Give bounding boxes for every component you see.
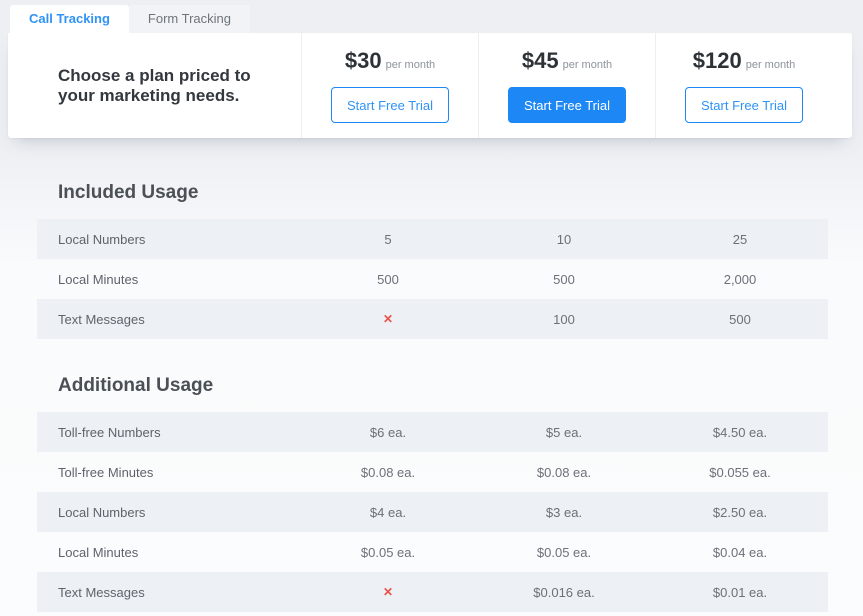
row-value: 500 — [652, 312, 828, 327]
row-value: 2,000 — [652, 272, 828, 287]
plan-price: $30 per month — [345, 48, 435, 74]
row-value: 100 — [476, 312, 652, 327]
row-value: 25 — [652, 232, 828, 247]
table-row: Local Minutes$0.05 ea.$0.05 ea.$0.04 ea. — [37, 532, 828, 572]
table-row: Text Messages✕$0.016 ea.$0.01 ea. — [37, 572, 828, 612]
row-value: $0.04 ea. — [652, 545, 828, 560]
plan-price-amount: $45 — [522, 48, 559, 73]
tab-form-tracking[interactable]: Form Tracking — [129, 5, 250, 33]
plan-column: $120 per month Start Free Trial — [655, 33, 832, 138]
row-label: Local Minutes — [37, 272, 300, 287]
tab-call-tracking[interactable]: Call Tracking — [10, 5, 129, 33]
usage-section: Additional UsageToll-free Numbers$6 ea.$… — [37, 375, 828, 612]
row-label: Toll-free Numbers — [37, 425, 300, 440]
row-value: $3 ea. — [476, 505, 652, 520]
section-title: Additional Usage — [58, 375, 828, 397]
row-label: Local Minutes — [37, 545, 300, 560]
usage-sections: Included UsageLocal Numbers51025Local Mi… — [37, 182, 828, 612]
row-value: $0.055 ea. — [652, 465, 828, 480]
row-value: 5 — [300, 232, 476, 247]
plan-price-amount: $120 — [693, 48, 742, 73]
page-title: Choose a plan priced to your marketing n… — [58, 66, 251, 106]
table-row: Toll-free Numbers$6 ea.$5 ea.$4.50 ea. — [37, 412, 828, 452]
row-value: $0.08 ea. — [300, 465, 476, 480]
cross-icon: ✕ — [300, 585, 476, 599]
page-title-line2: your marketing needs. — [58, 86, 251, 106]
plan-price-period: per month — [746, 59, 796, 71]
plan-column: $45 per month Start Free Trial — [478, 33, 655, 138]
row-value: $0.08 ea. — [476, 465, 652, 480]
table-row: Local Numbers51025 — [37, 219, 828, 259]
plan-price-period: per month — [386, 59, 436, 71]
plan-price: $45 per month — [522, 48, 612, 74]
row-value: 500 — [300, 272, 476, 287]
plan-intro: Choose a plan priced to your marketing n… — [8, 33, 301, 138]
start-free-trial-button[interactable]: Start Free Trial — [685, 87, 803, 123]
table-row: Text Messages✕100500 — [37, 299, 828, 339]
row-value: 500 — [476, 272, 652, 287]
row-value: $0.05 ea. — [300, 545, 476, 560]
cross-icon: ✕ — [300, 312, 476, 326]
table-row: Local Numbers$4 ea.$3 ea.$2.50 ea. — [37, 492, 828, 532]
row-label: Toll-free Minutes — [37, 465, 300, 480]
row-label: Text Messages — [37, 312, 300, 327]
plan-price-period: per month — [563, 59, 613, 71]
start-free-trial-button[interactable]: Start Free Trial — [331, 87, 449, 123]
plan-price-amount: $30 — [345, 48, 382, 73]
usage-table: Local Numbers51025Local Minutes5005002,0… — [37, 219, 828, 339]
row-label: Text Messages — [37, 585, 300, 600]
row-value: $4 ea. — [300, 505, 476, 520]
row-value: $0.016 ea. — [476, 585, 652, 600]
row-value: $5 ea. — [476, 425, 652, 440]
plan-column: $30 per month Start Free Trial — [301, 33, 478, 138]
table-row: Local Minutes5005002,000 — [37, 259, 828, 299]
start-free-trial-button[interactable]: Start Free Trial — [508, 87, 626, 123]
row-value: $2.50 ea. — [652, 505, 828, 520]
page-title-line1: Choose a plan priced to — [58, 66, 251, 86]
row-value: 10 — [476, 232, 652, 247]
section-title: Included Usage — [58, 182, 828, 204]
row-value: $6 ea. — [300, 425, 476, 440]
row-label: Local Numbers — [37, 232, 300, 247]
usage-table: Toll-free Numbers$6 ea.$5 ea.$4.50 ea.To… — [37, 412, 828, 612]
row-value: $0.01 ea. — [652, 585, 828, 600]
tab-bar: Call TrackingForm Tracking — [0, 0, 863, 33]
plan-price: $120 per month — [693, 48, 795, 74]
usage-section: Included UsageLocal Numbers51025Local Mi… — [37, 182, 828, 339]
row-label: Local Numbers — [37, 505, 300, 520]
pricing-page: Call TrackingForm Tracking Choose a plan… — [0, 0, 863, 616]
row-value: $4.50 ea. — [652, 425, 828, 440]
plan-header-card: Choose a plan priced to your marketing n… — [8, 33, 852, 138]
table-row: Toll-free Minutes$0.08 ea.$0.08 ea.$0.05… — [37, 452, 828, 492]
row-value: $0.05 ea. — [476, 545, 652, 560]
